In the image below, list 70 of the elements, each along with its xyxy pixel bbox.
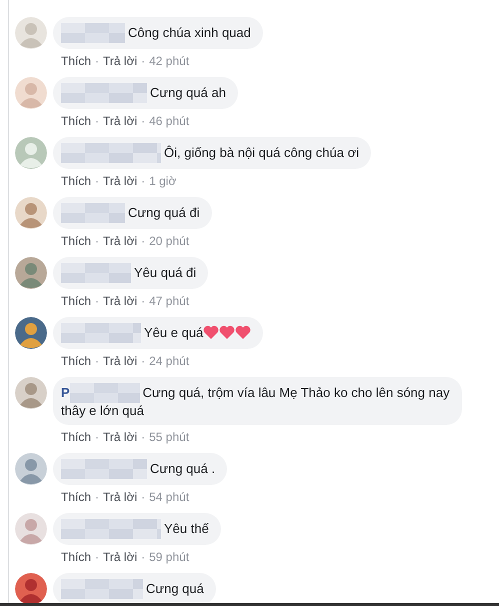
comment-text: Cưng quá đi — [128, 205, 200, 220]
separator-dot: · — [95, 234, 100, 248]
reply-link[interactable]: Trả lời — [103, 174, 138, 188]
like-link[interactable]: Thích — [61, 490, 92, 504]
blurred-name-drawing — [61, 263, 131, 283]
like-link[interactable]: Thích — [61, 550, 92, 564]
comment-time: 24 phút — [149, 354, 190, 368]
separator-dot: · — [141, 490, 146, 504]
separator-dot: · — [141, 54, 146, 68]
reply-link[interactable]: Trả lời — [103, 490, 138, 504]
comment-time: 59 phút — [149, 550, 190, 564]
comment-time: 47 phút — [149, 294, 190, 308]
heart-icon — [235, 325, 252, 340]
blurred-name-drawing — [61, 203, 125, 223]
comment-text: Cưng quá ah — [150, 85, 226, 100]
comment-text: Cưng quá . — [150, 461, 216, 476]
separator-dot: · — [95, 174, 100, 188]
separator-dot: · — [95, 114, 100, 128]
like-link[interactable]: Thích — [61, 294, 92, 308]
comment-text: Công chúa xinh quad — [128, 25, 251, 40]
separator-dot: · — [95, 294, 100, 308]
reply-link[interactable]: Trả lời — [103, 430, 138, 444]
blurred-name-drawing — [61, 23, 125, 43]
comment-text: Ôi, giống bà nội quá công chúa ơi — [164, 145, 359, 160]
comment-time: 46 phút — [149, 114, 190, 128]
comment-text: Cưng quá, trộm vía lâu Mẹ Thảo ko cho lên sóng nay — [142, 385, 450, 400]
separator-dot: · — [95, 54, 100, 68]
separator-dot: · — [141, 234, 146, 248]
separator-dot: · — [141, 430, 146, 444]
separator-dot: · — [141, 354, 146, 368]
reply-link[interactable]: Trả lời — [103, 294, 138, 308]
like-link[interactable]: Thích — [61, 174, 92, 188]
reply-link[interactable]: Trả lời — [103, 354, 138, 368]
comment-time: 1 giờ — [149, 174, 176, 188]
avatar-icon[interactable] — [15, 377, 47, 409]
separator-dot: · — [95, 354, 100, 368]
reply-link[interactable]: Trả lời — [103, 54, 138, 68]
reply-link[interactable]: Trả lời — [103, 114, 138, 128]
like-link[interactable]: Thích — [61, 430, 92, 444]
separator-dot: · — [95, 490, 100, 504]
separator-dot: · — [141, 114, 146, 128]
comment-text: Cưng quá — [146, 581, 204, 596]
like-link[interactable]: Thích — [61, 354, 92, 368]
blurred-name-drawing — [70, 383, 140, 403]
comment-time: 54 phút — [149, 490, 190, 504]
separator-dot: · — [141, 294, 146, 308]
like-link[interactable]: Thích — [61, 54, 92, 68]
separator-dot: · — [95, 550, 100, 564]
comment-time: 42 phút — [149, 54, 190, 68]
comment-text: thây e lớn quá — [61, 403, 145, 419]
avatar-icon[interactable] — [15, 317, 47, 349]
heart-icon — [219, 325, 236, 340]
comment-text: Yêu e quá — [144, 325, 204, 340]
comment-text: Yêu thế — [164, 521, 209, 536]
like-link[interactable]: Thích — [61, 234, 92, 248]
comment-time: 55 phút — [149, 430, 190, 444]
reply-link[interactable]: Trả lời — [103, 234, 138, 248]
reply-link[interactable]: Trả lời — [103, 550, 138, 564]
comment-text: Yêu quá đi — [134, 265, 196, 280]
avatar-icon[interactable] — [15, 257, 47, 289]
like-link[interactable]: Thích — [61, 114, 92, 128]
avatar-icon[interactable] — [15, 197, 47, 229]
heart-icon — [203, 325, 220, 340]
avatar-icon[interactable] — [15, 573, 47, 603]
separator-dot: · — [141, 550, 146, 564]
separator-dot: · — [95, 430, 100, 444]
avatar-icon[interactable] — [15, 453, 47, 485]
commenter-name[interactable]: P — [61, 385, 70, 400]
comment-time: 20 phút — [149, 234, 190, 248]
separator-dot: · — [141, 174, 146, 188]
